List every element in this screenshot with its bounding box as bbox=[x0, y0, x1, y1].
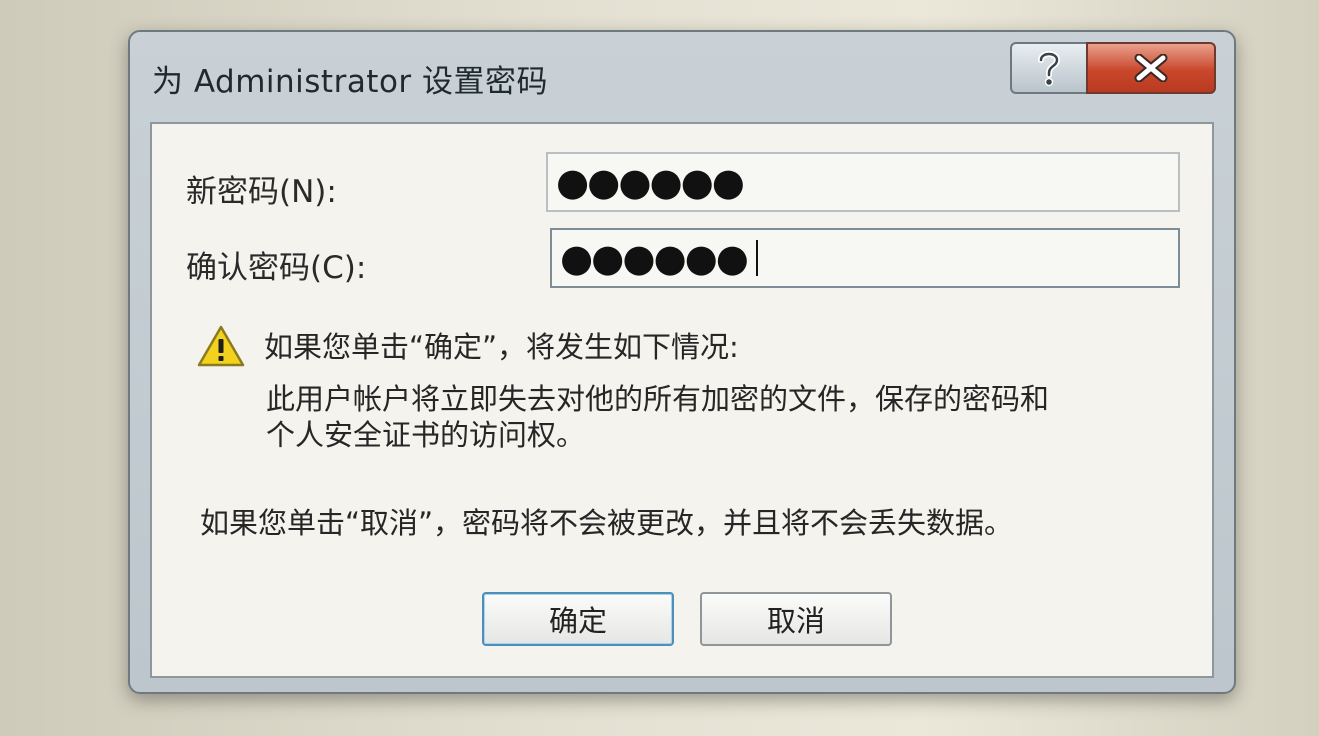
warning-icon bbox=[197, 325, 245, 367]
text-caret bbox=[756, 240, 758, 276]
question-icon bbox=[1038, 51, 1061, 87]
new-password-value: ●●●●●● bbox=[556, 160, 745, 204]
new-password-label: 新密码(N): bbox=[186, 174, 337, 210]
close-button[interactable] bbox=[1086, 42, 1216, 94]
confirm-password-value: ●●●●●● bbox=[560, 236, 749, 280]
close-x-icon bbox=[1134, 54, 1168, 82]
confirm-password-label: 确认密码(C): bbox=[186, 250, 367, 286]
warning-heading: 如果您单击“确定”，将发生如下情况: bbox=[264, 330, 739, 364]
cancel-button[interactable]: 取消 bbox=[700, 592, 892, 646]
confirm-password-field[interactable]: ●●●●●● bbox=[550, 228, 1180, 288]
new-password-field[interactable]: ●●●●●● bbox=[546, 152, 1180, 212]
dialog-title: 为 Administrator 设置密码 bbox=[152, 64, 549, 100]
ok-button[interactable]: 确定 bbox=[482, 592, 674, 646]
title-bar[interactable]: 为 Administrator 设置密码 bbox=[130, 32, 1234, 120]
cancel-info-text: 如果您单击“取消”，密码将不会被更改，并且将不会丢失数据。 bbox=[200, 506, 1014, 540]
dialog-content: 新密码(N): ●●●●●● 确认密码(C): ●●●●●● 如果您单击“确定”… bbox=[150, 122, 1214, 678]
set-password-dialog: 为 Administrator 设置密码 新密码(N): ●●●●●● 确认密码… bbox=[128, 30, 1236, 694]
warning-detail-line2: 个人安全证书的访问权。 bbox=[266, 418, 586, 452]
help-button[interactable] bbox=[1010, 42, 1088, 94]
